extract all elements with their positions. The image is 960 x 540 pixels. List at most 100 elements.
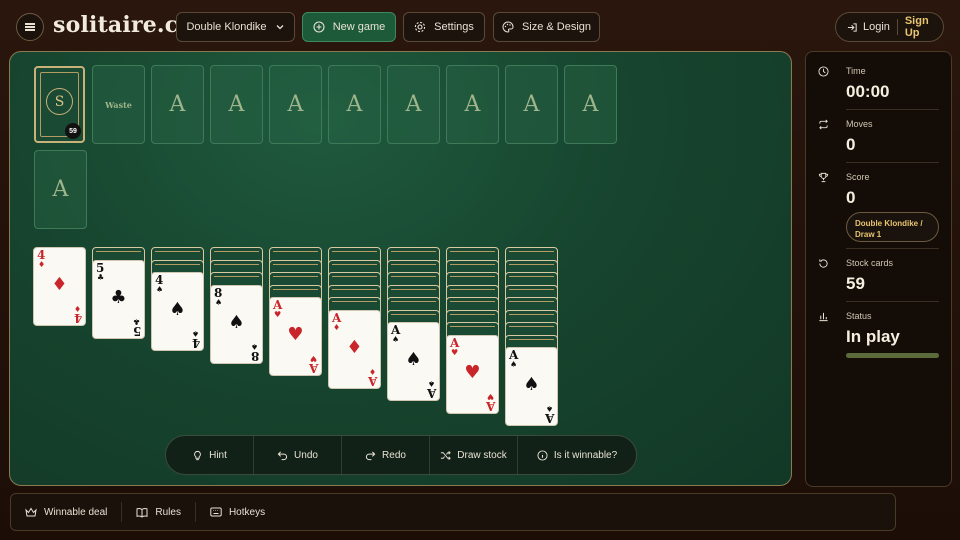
is-winnable-button[interactable]: Is it winnable? [518, 436, 636, 474]
face-up-card[interactable]: 4 ♦ ♦ ♦ 4 [33, 247, 86, 326]
card-center-suit-icon: ♥ [287, 324, 304, 345]
foundation-slot[interactable]: A [505, 65, 558, 144]
stock-count-badge: 59 [65, 123, 81, 139]
waste-pile[interactable]: Waste [92, 65, 145, 144]
card-suit-icon: ♦ [333, 322, 341, 332]
login-button[interactable]: Login [836, 13, 897, 41]
shuffle-icon [441, 450, 451, 460]
card-suit-icon: ♥ [274, 310, 282, 319]
card-rank: A [544, 411, 554, 425]
login-icon [847, 22, 857, 32]
card-center-suit-icon: ♠ [228, 311, 245, 333]
card-rank: A [367, 373, 377, 388]
stats-panel: Time 00:00 Moves 0 Score 0 Double Klondi… [805, 51, 952, 487]
size-design-button[interactable]: Size & Design [493, 12, 600, 42]
new-game-label: New game [332, 21, 386, 33]
game-variant-label: Double Klondike [186, 21, 267, 33]
card-suit-icon: ♦ [38, 260, 46, 269]
signup-button[interactable]: Sign Up [898, 15, 943, 39]
brand-logo[interactable]: solitaire.cx [53, 12, 192, 38]
card-rank: A [485, 398, 495, 413]
card-suit-icon: ♠ [156, 285, 164, 294]
hotkeys-button[interactable]: Hotkeys [196, 502, 279, 522]
settings-button[interactable]: Settings [403, 12, 485, 42]
book-icon [136, 507, 148, 518]
winnable-deal-label: Winnable deal [44, 506, 108, 518]
palette-icon [502, 21, 514, 33]
stock-cards-label: Stock cards [846, 258, 894, 268]
rules-label: Rules [155, 506, 181, 518]
face-up-card[interactable]: 8 ♠ ♠ ♠ 8 [210, 284, 263, 364]
divider [846, 162, 939, 163]
stock-pile[interactable]: S 59 [34, 66, 85, 143]
foundation-slot[interactable]: A [328, 65, 381, 144]
card-center-suit-icon: ♠ [405, 349, 422, 370]
card-rank: A [450, 335, 460, 350]
hint-button[interactable]: Hint [166, 436, 254, 474]
stock-cards-value: 59 [846, 274, 865, 293]
score-label: Score [846, 172, 870, 182]
game-variant-select[interactable]: Double Klondike [176, 12, 295, 42]
repeat-icon [819, 119, 828, 130]
winnable-deal-button[interactable]: Winnable deal [11, 502, 123, 522]
divider [846, 301, 939, 302]
top-bar: solitaire.cx Double Klondike New game Se… [0, 0, 960, 52]
menu-button[interactable] [16, 13, 44, 41]
status-label: Status [846, 311, 872, 321]
face-up-card[interactable]: A ♠ ♠ ♠ A [505, 347, 558, 426]
stock-emblem: S [46, 88, 73, 115]
redo-icon [365, 450, 376, 460]
foundation-slot[interactable]: A [387, 65, 440, 144]
divider [846, 109, 939, 110]
score-value: 0 [846, 188, 856, 207]
undo-icon [277, 450, 288, 460]
plus-circle-icon [313, 21, 325, 33]
rules-button[interactable]: Rules [122, 502, 196, 522]
card-center-suit-icon: ♣ [110, 286, 127, 308]
face-up-card[interactable]: 5 ♣ ♣ ♣ 5 [92, 259, 145, 339]
foundation-slot[interactable]: A [446, 65, 499, 144]
foundation-slot[interactable]: A [564, 65, 617, 144]
action-bar: Hint Undo Redo Draw stock Is it winnable… [165, 435, 637, 475]
card-rank: A [332, 310, 342, 325]
card-suit-icon: ♠ [215, 297, 223, 307]
card-rank: 8 [214, 285, 223, 300]
draw-stock-button[interactable]: Draw stock [430, 436, 518, 474]
hotkeys-label: Hotkeys [228, 506, 266, 518]
extra-foundation-slot[interactable]: A [34, 150, 87, 229]
card-center-suit-icon: ♠ [169, 299, 186, 320]
chevron-down-icon [276, 25, 284, 30]
lightbulb-icon [194, 450, 201, 460]
card-suit-icon: ♠ [392, 335, 400, 344]
hint-label: Hint [209, 449, 227, 461]
foundation-slot[interactable]: A [269, 65, 322, 144]
card-rank: 8 [250, 348, 259, 363]
new-game-button[interactable]: New game [302, 12, 396, 42]
foundation-slot[interactable]: A [210, 65, 263, 144]
card-rank: 5 [132, 323, 141, 338]
face-up-card[interactable]: 4 ♠ ♠ ♠ 4 [151, 272, 204, 351]
card-rank: 4 [73, 311, 82, 325]
face-up-card[interactable]: A ♥ ♥ ♥ A [446, 334, 499, 414]
status-value: In play [846, 327, 900, 346]
draw-stock-label: Draw stock [457, 449, 507, 461]
game-board: S 59 Waste AAAAAAAA A 4 ♦ ♦ ♦ 4 5 ♣ ♣ ♣ 5 4 ♠ ♠ ♠ 4 8 ♠ ♠… [9, 51, 792, 486]
moves-value: 0 [846, 135, 856, 154]
undo-button[interactable]: Undo [254, 436, 342, 474]
redo-button[interactable]: Redo [342, 436, 430, 474]
gear-icon [414, 21, 426, 33]
card-suit-icon: ♣ [97, 272, 105, 282]
auth-group: Login Sign Up [835, 12, 944, 42]
status-progress-fill [846, 353, 939, 358]
foundation-slot[interactable]: A [151, 65, 204, 144]
redo-label: Redo [382, 449, 406, 461]
card-center-suit-icon: ♦ [51, 274, 68, 295]
face-up-card[interactable]: A ♠ ♠ ♠ A [387, 322, 440, 401]
divider [846, 248, 939, 249]
face-up-card[interactable]: A ♦ ♦ ♦ A [328, 309, 381, 389]
bar-chart-icon [819, 312, 828, 322]
rotate-icon [819, 259, 828, 268]
info-icon [537, 449, 548, 461]
card-center-suit-icon: ♥ [464, 361, 481, 383]
face-up-card[interactable]: A ♥ ♥ ♥ A [269, 297, 322, 376]
